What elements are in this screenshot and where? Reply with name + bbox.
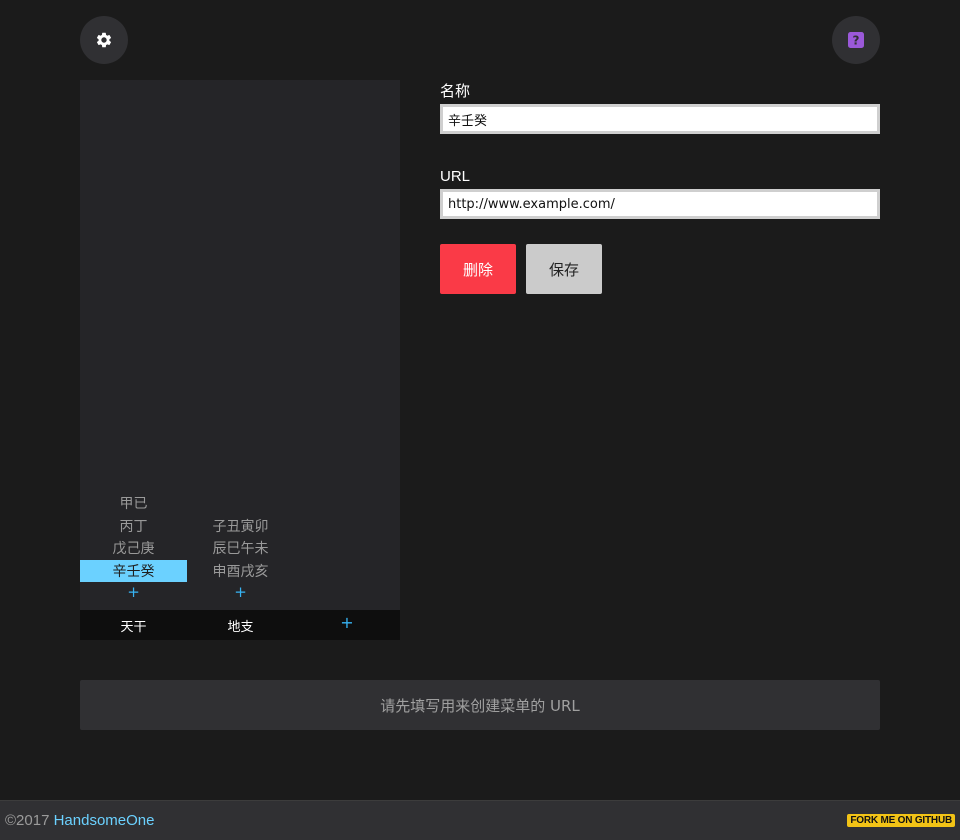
help-icon: ?	[848, 32, 864, 48]
submenu-dizhi: 子丑寅卯 辰巳午未 申酉戌亥 +	[187, 515, 294, 603]
add-menu-button[interactable]: +	[294, 610, 400, 640]
menu-tab-dizhi[interactable]: 地支	[187, 610, 294, 640]
submenu-item[interactable]: 子丑寅卯	[187, 515, 294, 538]
menu-item-form: 名称 URL 删除 保存	[440, 80, 880, 294]
menu-preview: 甲已 丙丁 戊己庚 辛壬癸 + 子丑寅卯 辰巳午未 申酉戌亥 + 天干 地支 +	[80, 80, 400, 640]
help-button[interactable]: ?	[832, 16, 880, 64]
create-menu-hint[interactable]: 请先填写用来创建菜单的 URL	[80, 680, 880, 730]
form-actions: 删除 保存	[440, 244, 880, 294]
save-button[interactable]: 保存	[526, 244, 602, 294]
submenu-item[interactable]: 申酉戌亥	[187, 560, 294, 583]
name-label: 名称	[440, 83, 471, 100]
submenu-item[interactable]: 辰巳午未	[187, 537, 294, 560]
svg-text:?: ?	[853, 34, 860, 48]
add-submenu-button[interactable]: +	[80, 582, 187, 602]
submenu-area: 甲已 丙丁 戊己庚 辛壬癸 + 子丑寅卯 辰巳午未 申酉戌亥 +	[80, 490, 400, 610]
add-submenu-button[interactable]: +	[187, 582, 294, 602]
menu-tab-tiangan[interactable]: 天干	[80, 610, 187, 640]
url-input[interactable]	[440, 189, 880, 219]
menu-bar: 天干 地支 +	[80, 610, 400, 640]
submenu-item[interactable]: 戊己庚	[80, 537, 187, 560]
name-input[interactable]	[440, 104, 880, 134]
copyright-prefix: ©2017	[5, 812, 54, 829]
fork-me-badge[interactable]: FORK ME ON GITHUB	[847, 814, 955, 827]
submenu-item-active[interactable]: 辛壬癸	[80, 559, 187, 582]
submenu-item[interactable]: 丙丁	[80, 515, 187, 538]
gear-icon	[96, 32, 112, 48]
author-link[interactable]: HandsomeOne	[54, 812, 155, 829]
submenu-tiangan: 甲已 丙丁 戊己庚 辛壬癸 +	[80, 492, 187, 602]
delete-button[interactable]: 删除	[440, 244, 516, 294]
url-label: URL	[440, 168, 471, 185]
submenu-item[interactable]: 甲已	[80, 492, 187, 515]
copyright: ©2017 HandsomeOne	[5, 812, 155, 829]
hint-text: 请先填写用来创建菜单的 URL	[380, 696, 580, 715]
footer: ©2017 HandsomeOne FORK ME ON GITHUB	[0, 800, 960, 840]
settings-button[interactable]	[80, 16, 128, 64]
